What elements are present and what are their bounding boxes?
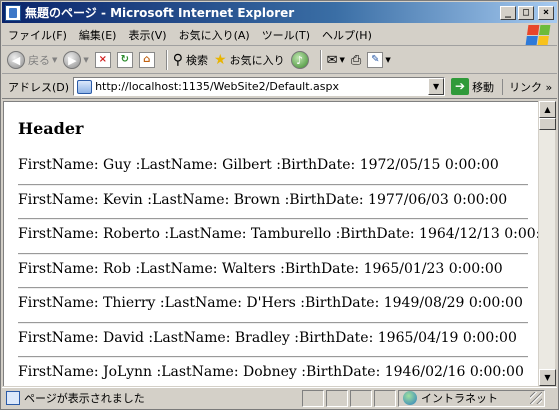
links-button[interactable]: リンク » bbox=[502, 78, 552, 95]
back-dropdown-icon[interactable]: ▼ bbox=[52, 56, 57, 64]
refresh-button[interactable]: ↻ bbox=[116, 52, 133, 68]
list-item: FirstName: Rob :LastName: Walters :Birth… bbox=[4, 255, 538, 289]
security-zone: イントラネット bbox=[398, 389, 545, 407]
search-label: 検索 bbox=[186, 54, 209, 67]
vertical-scrollbar[interactable]: ▲ ▼ bbox=[538, 101, 556, 386]
status-cell bbox=[302, 389, 324, 407]
windows-logo-icon bbox=[525, 25, 551, 45]
forward-dropdown-icon[interactable]: ▼ bbox=[83, 56, 88, 64]
list-item: FirstName: Roberto :LastName: Tamburello… bbox=[4, 220, 538, 255]
standard-toolbar: ◀ 戻る ▼ ▶ ▼ × ↻ ⌂ ⚲ 検索 ★ お気に入り ♪ ✉ ▼ ⎙ ✎ … bbox=[2, 47, 557, 74]
search-button[interactable]: ⚲ 検索 bbox=[173, 52, 208, 68]
page-header: Header bbox=[18, 119, 84, 138]
go-button[interactable]: ➔ 移動 bbox=[451, 78, 494, 95]
record-text: FirstName: Kevin :LastName: Brown :Birth… bbox=[18, 191, 508, 208]
back-icon: ◀ bbox=[7, 51, 25, 69]
page-icon bbox=[77, 79, 93, 94]
record-list: FirstName: Guy :LastName: Gilbert :Birth… bbox=[4, 151, 538, 386]
go-label: 移動 bbox=[472, 80, 495, 94]
list-item: FirstName: Thierry :LastName: D'Hers :Bi… bbox=[4, 289, 538, 324]
mail-icon: ✉ bbox=[326, 52, 338, 68]
address-label: アドレス(D) bbox=[8, 80, 70, 94]
zone-label: イントラネット bbox=[421, 392, 498, 405]
mail-dropdown-icon[interactable]: ▼ bbox=[340, 56, 345, 64]
browser-window: 無題のページ - Microsoft Internet Explorer _ □… bbox=[0, 0, 559, 410]
status-message: ページが表示されました bbox=[24, 392, 145, 405]
forward-button[interactable]: ▶ ▼ bbox=[63, 51, 89, 69]
record-text: FirstName: Roberto :LastName: Tamburello… bbox=[18, 226, 538, 242]
status-cell bbox=[374, 389, 396, 407]
media-button[interactable]: ♪ bbox=[290, 51, 309, 69]
stop-button[interactable]: × bbox=[94, 52, 111, 68]
status-cell bbox=[326, 389, 348, 407]
print-icon: ⎙ bbox=[350, 52, 362, 68]
address-url[interactable]: http://localhost:1135/WebSite2/Default.a… bbox=[95, 80, 339, 93]
status-message-panel: ページが表示されました bbox=[2, 390, 302, 406]
toolbar-separator bbox=[165, 50, 168, 70]
scroll-down-button[interactable]: ▼ bbox=[539, 369, 556, 386]
refresh-icon: ↻ bbox=[116, 52, 133, 68]
menu-edit[interactable]: 編集(E) bbox=[73, 27, 123, 43]
list-item: FirstName: Guy :LastName: Gilbert :Birth… bbox=[4, 151, 538, 186]
address-dropdown-icon[interactable]: ▼ bbox=[428, 78, 445, 95]
page-done-icon bbox=[6, 391, 20, 405]
record-text: FirstName: JoLynn :LastName: Dobney :Bir… bbox=[18, 364, 524, 380]
forward-icon: ▶ bbox=[63, 51, 82, 69]
mail-button[interactable]: ✉ ▼ bbox=[327, 53, 345, 68]
record-text: FirstName: Rob :LastName: Walters :Birth… bbox=[18, 260, 503, 277]
window-controls: _ □ × bbox=[500, 5, 554, 20]
menu-help[interactable]: ヘルプ(H) bbox=[316, 27, 378, 43]
favorites-star-icon: ★ bbox=[214, 52, 227, 68]
print-button[interactable]: ⎙ bbox=[351, 53, 361, 68]
home-button[interactable]: ⌂ bbox=[138, 52, 155, 68]
stop-icon: × bbox=[94, 52, 111, 68]
edit-button[interactable]: ✎ ▼ bbox=[367, 52, 391, 68]
menu-file[interactable]: ファイル(F) bbox=[2, 27, 73, 43]
address-input[interactable]: http://localhost:1135/WebSite2/Default.a… bbox=[73, 77, 446, 96]
toolbar-separator bbox=[319, 50, 322, 70]
record-text: FirstName: Thierry :LastName: D'Hers :Bi… bbox=[18, 295, 523, 311]
go-arrow-icon: ➔ bbox=[451, 78, 470, 95]
back-button[interactable]: ◀ 戻る ▼ bbox=[7, 51, 57, 69]
status-cell bbox=[350, 389, 372, 407]
status-bar: ページが表示されました イントラネット bbox=[2, 387, 557, 408]
favorites-button[interactable]: ★ お気に入り bbox=[214, 52, 285, 68]
edit-icon: ✎ bbox=[367, 52, 384, 68]
back-label: 戻る bbox=[28, 54, 50, 67]
menu-favorites[interactable]: お気に入り(A) bbox=[173, 27, 256, 43]
media-icon: ♪ bbox=[290, 51, 309, 69]
search-icon: ⚲ bbox=[172, 52, 184, 68]
maximize-button[interactable]: □ bbox=[518, 5, 534, 20]
globe-icon bbox=[403, 391, 417, 405]
window-title: 無題のページ - Microsoft Internet Explorer bbox=[25, 6, 295, 20]
close-button[interactable]: × bbox=[538, 5, 554, 20]
menu-bar: ファイル(F) 編集(E) 表示(V) お気に入り(A) ツール(T) ヘルプ(… bbox=[2, 24, 557, 46]
minimize-button[interactable]: _ bbox=[500, 5, 516, 20]
edit-dropdown-icon[interactable]: ▼ bbox=[385, 56, 390, 64]
ie-page-icon bbox=[5, 4, 21, 21]
scroll-thumb[interactable] bbox=[539, 118, 556, 130]
menu-tools[interactable]: ツール(T) bbox=[256, 27, 316, 43]
page-content: Header FirstName: Guy :LastName: Gilbert… bbox=[3, 101, 538, 386]
title-bar[interactable]: 無題のページ - Microsoft Internet Explorer _ □… bbox=[2, 2, 557, 23]
scroll-up-button[interactable]: ▲ bbox=[539, 101, 556, 118]
menu-view[interactable]: 表示(V) bbox=[122, 27, 172, 43]
favorites-label: お気に入り bbox=[229, 54, 285, 67]
record-text: FirstName: Guy :LastName: Gilbert :Birth… bbox=[18, 157, 499, 173]
resize-grip-icon[interactable] bbox=[530, 392, 542, 404]
home-icon: ⌂ bbox=[138, 52, 155, 68]
list-item: FirstName: Kevin :LastName: Brown :Birth… bbox=[4, 186, 538, 220]
record-text: FirstName: David :LastName: Bradley :Bir… bbox=[18, 329, 517, 346]
address-bar: アドレス(D) http://localhost:1135/WebSite2/D… bbox=[2, 75, 557, 99]
list-item: FirstName: David :LastName: Bradley :Bir… bbox=[4, 324, 538, 358]
list-item: FirstName: JoLynn :LastName: Dobney :Bir… bbox=[4, 358, 538, 386]
